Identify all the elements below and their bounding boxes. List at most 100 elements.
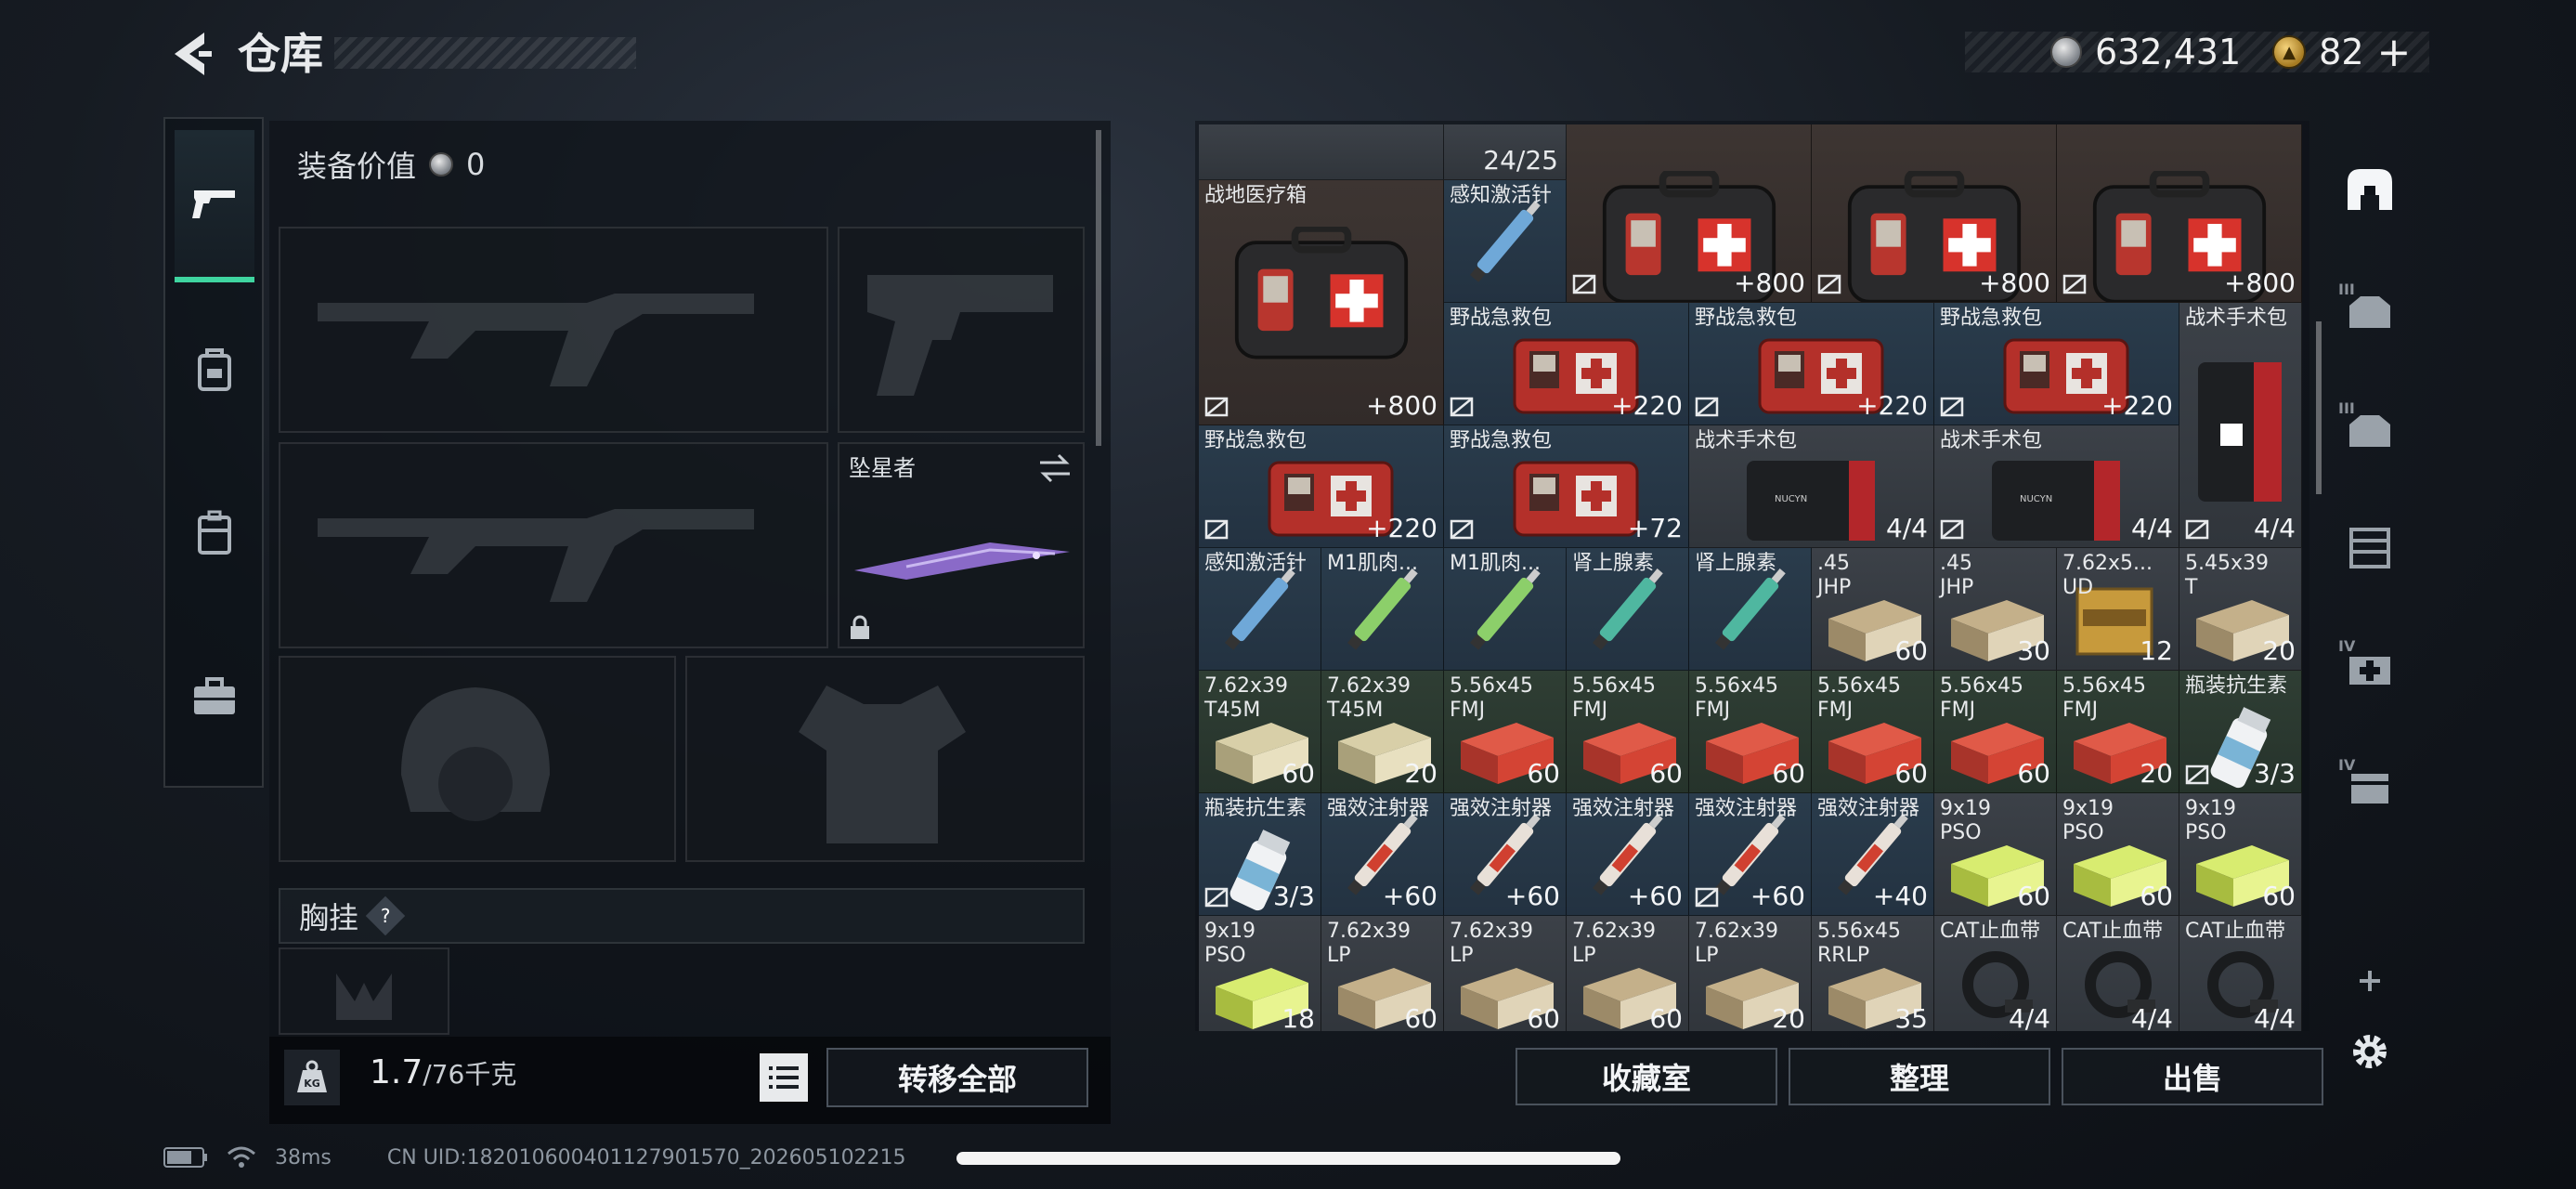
- inventory-item[interactable]: 7.62x5... UD 12: [2057, 548, 2179, 671]
- pistol-slot[interactable]: [838, 227, 1085, 433]
- inventory-item[interactable]: 强效注射器 +60: [1444, 793, 1567, 916]
- primary-weapon-slot-2[interactable]: [279, 442, 828, 648]
- item-name: 5.56x45 FMJ: [1450, 674, 1533, 722]
- inventory-item[interactable]: 肾上腺素: [1689, 548, 1812, 671]
- item-name: 野战急救包: [1695, 307, 1798, 330]
- melee-slot[interactable]: 坠星者: [838, 442, 1085, 648]
- item-name: 9x19 PSO: [2062, 797, 2114, 844]
- inventory-item[interactable]: 野战急救包 +220: [1934, 303, 2179, 425]
- inventory-item[interactable]: 5.56x45 FMJ 60: [1689, 671, 1812, 793]
- inventory-item[interactable]: NUCYN 战术手术包 4/4: [1689, 425, 1934, 548]
- item-quantity: 12: [2140, 635, 2173, 666]
- inventory-item[interactable]: 5.45x39 T 20: [2179, 548, 2302, 671]
- category-armor-tier3[interactable]: III: [2335, 277, 2405, 347]
- inventory-item[interactable]: 7.62x39 T45M 20: [1321, 671, 1444, 793]
- back-button[interactable]: [158, 26, 223, 82]
- swap-icon[interactable]: [1036, 451, 1073, 485]
- equipment-scrollbar[interactable]: [1096, 130, 1101, 446]
- rig-silhouette-icon: [336, 973, 392, 1020]
- category-armor-tier3b[interactable]: III: [2335, 396, 2405, 466]
- helmet-slot[interactable]: [279, 656, 676, 862]
- inventory-scrollbar[interactable]: [2316, 321, 2322, 494]
- inventory-item[interactable]: 5.56x45 FMJ 60: [1444, 671, 1567, 793]
- svg-text:NUCYN: NUCYN: [2020, 494, 2052, 504]
- inventory-item[interactable]: 感知激活针: [1444, 180, 1567, 303]
- item-quantity: 20: [2262, 635, 2296, 666]
- gold-coin-icon: ▲: [2272, 35, 2307, 69]
- inventory-item[interactable]: 强效注射器 +60: [1567, 793, 1689, 916]
- inventory-item[interactable]: 野战急救包 +220: [1689, 303, 1934, 425]
- inventory-item[interactable]: M1肌肉...: [1321, 548, 1444, 671]
- body-armor-slot[interactable]: [685, 656, 1085, 862]
- inventory-item[interactable]: 7.62x39 T45M 60: [1199, 671, 1321, 793]
- transfer-all-button[interactable]: 转移全部: [826, 1048, 1088, 1107]
- help-icon[interactable]: ?: [365, 895, 406, 936]
- collection-room-button[interactable]: 收藏室: [1516, 1048, 1777, 1105]
- primary-weapon-slot-1[interactable]: [279, 227, 828, 433]
- inventory-item[interactable]: 7.62x39 LP 60: [1321, 916, 1444, 1031]
- inventory-item[interactable]: 5.56x45 FMJ 60: [1812, 671, 1934, 793]
- inventory-item[interactable]: .45 JHP 60: [1812, 548, 1934, 671]
- home-indicator[interactable]: [956, 1152, 1620, 1165]
- sort-button[interactable]: 整理: [1789, 1048, 2050, 1105]
- category-plus[interactable]: [2335, 947, 2405, 1018]
- inventory-item[interactable]: 肾上腺素: [1567, 548, 1689, 671]
- page-title: 仓库: [238, 29, 323, 79]
- inventory-item[interactable]: 5.56x45 RRLP 35: [1812, 916, 1934, 1031]
- category-rig[interactable]: [2335, 515, 2405, 585]
- inventory-item[interactable]: 瓶装抗生素 3/3: [2179, 671, 2302, 793]
- inventory-item[interactable]: 7.62x39 LP 20: [1689, 916, 1812, 1031]
- item-quantity: 4/4: [2008, 1003, 2050, 1031]
- inventory-item[interactable]: 野战急救包 +72: [1444, 425, 1689, 548]
- inventory-item[interactable]: 9x19 PSO 18: [1199, 916, 1321, 1031]
- item-name: 5.56x45 FMJ: [1940, 674, 2023, 722]
- redkit-icon: [1513, 461, 1639, 537]
- add-gold-button[interactable]: +: [2377, 29, 2412, 76]
- sell-button[interactable]: 出售: [2062, 1048, 2323, 1105]
- category-medkit-tier4[interactable]: IV: [2335, 634, 2405, 704]
- inventory-item[interactable]: M1肌肉...: [1444, 548, 1567, 671]
- item-quantity: +220: [1611, 390, 1683, 421]
- category-safe-box[interactable]: [2335, 158, 2405, 229]
- tier-numeral: III: [2338, 281, 2355, 298]
- inventory-item[interactable]: CAT止血带 4/4: [2057, 916, 2179, 1031]
- inventory-item[interactable]: 5.56x45 FMJ 60: [1934, 671, 2057, 793]
- item-quantity: 3/3: [2253, 758, 2296, 789]
- item-name: 瓶装抗生素: [2185, 674, 2288, 698]
- inventory-item[interactable]: 5.56x45 FMJ 20: [2057, 671, 2179, 793]
- inventory-item[interactable]: 强效注射器 +60: [1321, 793, 1444, 916]
- category-ammo-tier4[interactable]: IV: [2335, 752, 2405, 823]
- inventory-item[interactable]: 7.62x39 LP 60: [1567, 916, 1689, 1031]
- inventory-item[interactable]: 野战急救包 +220: [1199, 425, 1444, 548]
- inventory-item[interactable]: +800: [1567, 124, 1812, 303]
- inventory-item[interactable]: +800: [1812, 124, 2057, 303]
- list-view-button[interactable]: [760, 1053, 808, 1102]
- inventory-item[interactable]: NUCYN 战术手术包 4/4: [1934, 425, 2179, 548]
- inventory-item[interactable]: 瓶装抗生素 3/3: [1199, 793, 1321, 916]
- inventory-item[interactable]: 战地医疗箱 +800: [1199, 180, 1444, 425]
- inventory-item[interactable]: 战术手术包 4/4: [2179, 303, 2302, 548]
- inventory-item[interactable]: 野战急救包 +220: [1444, 303, 1689, 425]
- inventory-item[interactable]: .45 JHP 30: [1934, 548, 2057, 671]
- tab-backpack[interactable]: [175, 457, 254, 609]
- tac-tall-icon: [2198, 362, 2282, 502]
- inventory-item[interactable]: 9x19 PSO 60: [2057, 793, 2179, 916]
- inventory-item[interactable]: 5.56x45 FMJ 60: [1567, 671, 1689, 793]
- settings-button[interactable]: [2335, 1018, 2405, 1089]
- inventory-item[interactable]: 强效注射器 +60: [1689, 793, 1812, 916]
- inventory-item[interactable]: 强效注射器 +40: [1812, 793, 1934, 916]
- inventory-item[interactable]: 9x19 PSO 60: [1934, 793, 2057, 916]
- tac-icon: NUCYN: [1747, 461, 1875, 541]
- chest-rig-slot[interactable]: [279, 947, 449, 1035]
- no-trade-icon: [1817, 274, 1841, 294]
- tab-weapons[interactable]: [175, 130, 254, 282]
- inventory-item[interactable]: 感知激活针: [1199, 548, 1321, 671]
- inventory-item[interactable]: 9x19 PSO 60: [2179, 793, 2302, 916]
- inventory-item[interactable]: 7.62x39 LP 60: [1444, 916, 1567, 1031]
- item-quantity: +60: [1750, 881, 1805, 911]
- tab-case[interactable]: [175, 621, 254, 773]
- inventory-item[interactable]: CAT止血带 4/4: [1934, 916, 2057, 1031]
- tab-armor[interactable]: [175, 294, 254, 446]
- inventory-item[interactable]: +800: [2057, 124, 2302, 303]
- inventory-item[interactable]: CAT止血带 4/4: [2179, 916, 2302, 1031]
